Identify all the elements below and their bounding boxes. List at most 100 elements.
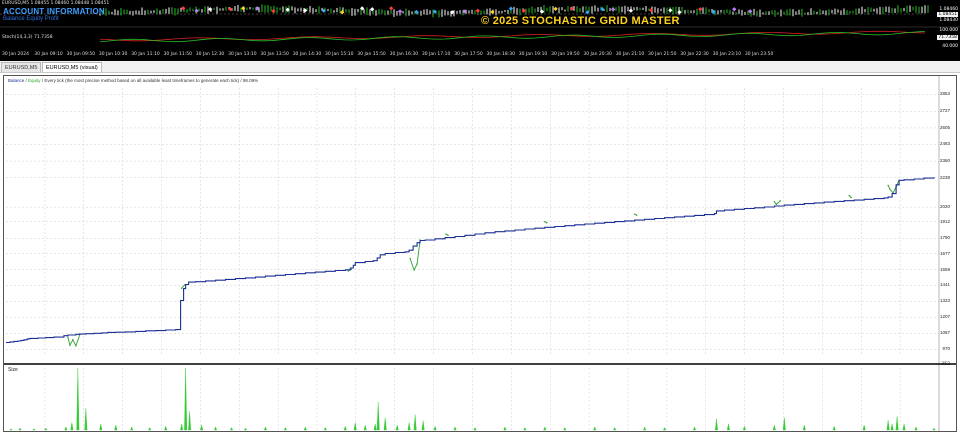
size-bar (523, 427, 527, 431)
stoch-scale-label: 100.000 (939, 28, 958, 33)
size-bar (902, 423, 906, 431)
brand-watermark: © 2025 STOCHASTIC GRID MASTER (481, 15, 680, 27)
size-bar (99, 423, 103, 431)
trade-marker (490, 9, 495, 15)
report-legend: Balance / Equity / Every tick (the most … (8, 78, 259, 83)
size-bar (84, 408, 88, 431)
trade-marker (194, 8, 199, 14)
size-bar (114, 424, 118, 431)
trade-marker (677, 9, 682, 15)
stoch-scale-current: 71.7358 (937, 35, 958, 40)
trade-marker (389, 6, 394, 11)
time-axis-label: 30 Jan 23:10 (712, 52, 742, 57)
y-tick-label: 1790 (939, 235, 950, 241)
size-bar (70, 422, 74, 431)
size-bar (613, 427, 617, 431)
time-axis-label: 30 Jan 16:30 (389, 52, 419, 57)
y-tick-label: 1207 (939, 314, 950, 320)
trade-marker (668, 8, 673, 13)
size-bar (32, 428, 36, 431)
time-axis-label: 30 Jan 17:10 (421, 52, 451, 57)
size-bar (323, 427, 327, 431)
size-bar (9, 428, 13, 431)
time-axis-label: 30 Jan 09:10 (34, 52, 63, 57)
y-tick-label: 970 (942, 346, 950, 352)
trade-marker (553, 6, 558, 12)
size-bar (832, 425, 836, 431)
time-axis-label: 30 Jan 11:10 (131, 52, 160, 57)
trade-marker (397, 9, 403, 14)
time-axis-label: 30 Jan 09:50 (66, 52, 96, 57)
time-axis-label: 30 Jan 2024 (2, 52, 29, 57)
y-tick-label: 1087 (939, 330, 950, 336)
time-axis-label: 30 Jan 21:50 (648, 52, 677, 57)
size-bar (433, 425, 437, 431)
size-bar (130, 426, 134, 431)
size-bar (473, 427, 477, 431)
y-tick-label: 2360 (939, 158, 950, 164)
size-bar (932, 427, 936, 431)
size-axis-label: 352 (941, 362, 950, 367)
price-scale-current: 1.08451 (937, 12, 958, 17)
time-axis-label: 30 Jan 13:50 (260, 52, 289, 57)
time-axis-label: 30 Jan 20:30 (583, 52, 612, 57)
size-bar (229, 427, 234, 431)
size-bar (890, 423, 894, 431)
size-bar (862, 424, 866, 431)
y-tick-label: 1559 (939, 266, 950, 272)
legend-balance: Balance (8, 78, 25, 83)
size-bar (283, 427, 287, 431)
size-bar (727, 423, 730, 431)
trade-marker (539, 9, 544, 14)
price-chart-panel[interactable]: EURUSD,M5 1.08455 1.08460 1.08448 1.0845… (0, 0, 960, 50)
size-bar (263, 426, 267, 431)
chart-tab-strip: EURUSD,M5 EURUSD,M5 (visual) (0, 61, 960, 73)
size-bar (563, 427, 567, 431)
trade-marker (508, 6, 514, 11)
price-chart-canvas (0, 4, 960, 43)
size-bar (214, 426, 218, 431)
trade-marker (628, 8, 634, 13)
tab-eurusd-m5-visual[interactable]: EURUSD,M5 (visual) (42, 62, 102, 72)
time-axis-label: 30 Jan 15:50 (357, 52, 386, 57)
tab-eurusd-m5[interactable]: EURUSD,M5 (1, 62, 42, 72)
trade-marker (208, 7, 213, 12)
stoch-scale-label: 40.000 (942, 44, 958, 49)
size-bar (453, 426, 457, 431)
trade-marker (370, 7, 375, 12)
trade-marker (181, 6, 186, 11)
stoch-signal-line (99, 31, 926, 43)
time-axis-label: 30 Jan 19:10 (518, 52, 548, 57)
trade-marker (732, 7, 737, 12)
size-bar (373, 423, 377, 431)
size-bar (503, 426, 507, 431)
size-bar (353, 422, 357, 431)
size-bar (243, 427, 248, 431)
size-bar (895, 416, 899, 431)
time-axis-label: 30 Jan 17:50 (454, 52, 483, 57)
y-tick-label: 2605 (939, 124, 950, 130)
size-bar (148, 427, 152, 431)
trade-marker (271, 8, 276, 14)
y-tick-label: 1323 (939, 298, 950, 304)
y-tick-label: 2238 (939, 174, 950, 180)
y-tick-label: 2853 (939, 91, 950, 97)
size-bar (886, 420, 890, 431)
size-bar (693, 426, 697, 431)
size-bar (742, 425, 746, 431)
size-bar (383, 417, 387, 431)
size-bar (18, 427, 22, 431)
time-axis-label: 30 Jan 18:30 (486, 52, 516, 57)
stoch-main-line (99, 30, 926, 42)
time-axis-label: 30 Jan 19:50 (551, 52, 580, 57)
size-bar (413, 414, 417, 431)
size-panel-label: Size (8, 367, 18, 373)
size-bar (421, 420, 425, 431)
size-bar (343, 425, 347, 431)
trade-marker (241, 6, 246, 11)
size-bar (395, 424, 399, 431)
size-bar (180, 423, 184, 431)
trade-marker (521, 8, 526, 13)
time-axis-label: 30 Jan 13:10 (228, 52, 257, 57)
size-bar (772, 424, 776, 431)
